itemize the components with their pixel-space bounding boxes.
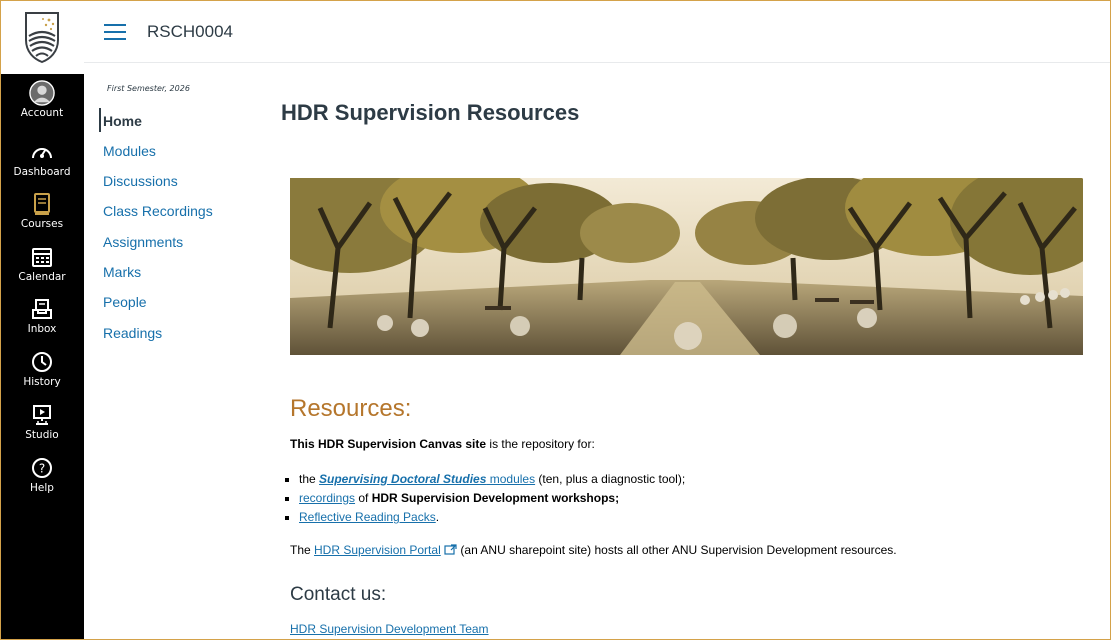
global-nav-studio[interactable]: Studio (0, 402, 84, 448)
portal-paragraph: The HDR Supervision Portal (an ANU share… (290, 543, 897, 557)
course-nav-marks[interactable]: Marks (103, 264, 141, 280)
anu-logo[interactable] (0, 0, 84, 74)
portal-text: The (290, 543, 315, 557)
courses-book-icon (29, 191, 55, 217)
global-nav-dashboard[interactable]: Dashboard (0, 139, 84, 185)
course-nav-home[interactable]: Home (103, 113, 142, 129)
current-indicator (99, 108, 101, 132)
calendar-icon (29, 244, 55, 270)
resources-list: the Supervising Doctoral Studies modules… (285, 472, 685, 529)
course-header: RSCH0004 (84, 0, 1111, 63)
course-nav-assignments[interactable]: Assignments (103, 234, 183, 250)
global-nav-label: History (23, 376, 61, 388)
list-item: Reflective Reading Packs. (299, 510, 685, 525)
supervising-doctoral-studies-link[interactable]: Supervising Doctoral Studies modules (319, 472, 535, 486)
list-text: of (355, 491, 372, 505)
list-item: the Supervising Doctoral Studies modules… (299, 472, 685, 487)
link-text: modules (486, 472, 536, 486)
global-nav-label: Inbox (27, 323, 57, 335)
intro-bold-text: This HDR Supervision Canvas site (290, 437, 487, 451)
global-nav-label: Dashboard (13, 166, 71, 178)
list-item: recordings of HDR Supervision Developmen… (299, 491, 685, 506)
recordings-link[interactable]: recordings (299, 491, 355, 505)
global-nav-label: Courses (20, 218, 64, 230)
history-clock-icon (29, 349, 55, 375)
global-nav-label: Help (30, 482, 54, 494)
course-nav-modules[interactable]: Modules (103, 143, 156, 159)
global-nav-account[interactable]: Account (0, 80, 84, 128)
page-title: HDR Supervision Resources (281, 100, 580, 125)
global-nav-help[interactable]: ? Help (0, 455, 84, 501)
global-nav-label: Calendar (18, 271, 66, 283)
tree-lined-campus-avenue-image (290, 178, 1083, 355)
global-nav-courses[interactable]: Courses (0, 191, 84, 237)
external-link-icon (444, 544, 457, 555)
account-avatar-icon (29, 80, 55, 106)
dashboard-icon (29, 139, 55, 165)
course-nav-people[interactable]: People (103, 294, 147, 310)
inbox-icon (29, 296, 55, 322)
studio-icon (29, 402, 55, 428)
svg-text:?: ? (39, 462, 45, 476)
resources-heading: Resources: (290, 395, 412, 422)
global-nav-inbox[interactable]: Inbox (0, 296, 84, 342)
term-label: First Semester, 2026 (107, 84, 190, 93)
hdr-supervision-team-link[interactable]: HDR Supervision Development Team (290, 622, 489, 636)
global-nav-label: Account (20, 107, 64, 119)
link-bold-text: Supervising Doctoral Studies (319, 472, 487, 486)
reflective-reading-packs-link[interactable]: Reflective Reading Packs (299, 510, 436, 524)
list-text: (ten, plus a diagnostic tool); (535, 472, 686, 486)
course-nav-class-recordings[interactable]: Class Recordings (103, 203, 213, 219)
list-bold-text: HDR Supervision Development workshops; (371, 491, 620, 505)
global-nav-history[interactable]: History (0, 349, 84, 395)
intro-text: is the repository for: (486, 437, 595, 451)
campus-banner-image (290, 178, 1083, 355)
list-text: the (299, 472, 320, 486)
help-question-icon: ? (29, 455, 55, 481)
canvas-page: Account Dashboard Courses Calendar Inbox… (0, 0, 1111, 640)
course-nav-readings[interactable]: Readings (103, 325, 162, 341)
portal-text: (an ANU sharepoint site) hosts all other… (457, 543, 897, 557)
global-nav-calendar[interactable]: Calendar (0, 244, 84, 290)
global-nav-label: Studio (25, 429, 59, 441)
breadcrumb-course[interactable]: RSCH0004 (147, 22, 233, 42)
global-nav: Account Dashboard Courses Calendar Inbox… (0, 0, 84, 640)
hamburger-menu-icon[interactable] (104, 24, 126, 40)
intro-paragraph: This HDR Supervision Canvas site is the … (290, 437, 595, 451)
anu-crest-logo-icon (25, 12, 59, 64)
list-text: . (435, 510, 440, 524)
course-nav-discussions[interactable]: Discussions (103, 173, 178, 189)
hdr-supervision-portal-link[interactable]: HDR Supervision Portal (314, 543, 441, 557)
contact-heading: Contact us: (290, 584, 387, 605)
